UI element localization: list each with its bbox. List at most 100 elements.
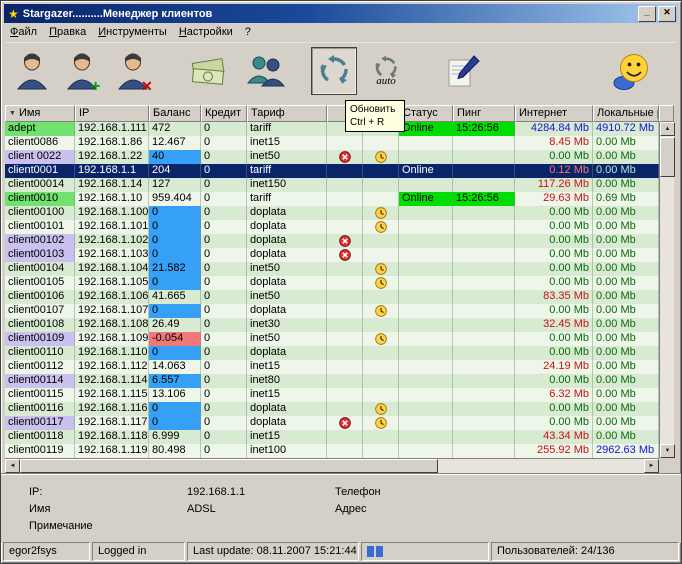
table-row[interactable]: client00119192.168.1.11980.4980inet10025… [5, 444, 659, 458]
users-group-button[interactable] [243, 47, 289, 95]
menu-item-настройки[interactable]: Настройки [175, 24, 241, 40]
payment-button[interactable] [185, 47, 231, 95]
table-row[interactable]: client00103192.168.1.10300doplata0.00 Mb… [5, 248, 659, 262]
column-header-Локальные р[interactable]: Локальные р [593, 105, 659, 122]
refresh-button[interactable] [311, 47, 357, 95]
table-row[interactable]: client00109192.168.1.109-0.0540inet500.0… [5, 332, 659, 346]
menu-item-?[interactable]: ? [241, 24, 259, 40]
menu-item-правка[interactable]: Правка [45, 24, 94, 40]
vertical-scrollbar[interactable]: ▲ ▼ [659, 122, 674, 458]
cell-status: Online [399, 192, 453, 206]
menu-item-файл[interactable]: Файл [6, 24, 45, 40]
table-row[interactable]: client00117192.168.1.11700doplata0.00 Mb… [5, 416, 659, 430]
table-row[interactable]: client0001192.168.1.12040tariffOnline0.1… [5, 164, 659, 178]
table-row[interactable]: client00118192.168.1.1186.9990inet1543.3… [5, 430, 659, 444]
table-row[interactable]: client0010192.168.1.10959.4040tariffOnli… [5, 192, 659, 206]
table-row[interactable]: client00102192.168.1.10200doplata0.00 Mb… [5, 234, 659, 248]
column-header-IP[interactable]: IP [75, 105, 149, 122]
add-client-button[interactable]: + [60, 47, 106, 95]
scroll-down-button[interactable]: ▼ [660, 444, 675, 458]
column-header-Статус[interactable]: Статус [399, 105, 453, 122]
horizontal-scrollbar[interactable]: ◄ ► [5, 458, 659, 473]
cell-ping [453, 136, 515, 150]
delete-client-button[interactable]: ✕ [111, 47, 157, 95]
cell-balance: 40 [149, 150, 201, 164]
cell-frozen-flag [363, 374, 399, 388]
status-progress-panel [361, 542, 489, 561]
column-header-Кредит[interactable]: Кредит [201, 105, 247, 122]
cell-local: 0.00 Mb [593, 304, 659, 318]
titlebar[interactable]: ★ Stargazer..........Менеджер клиентов _… [4, 4, 678, 23]
menu-bar: ФайлПравкаИнструментыНастройки? [6, 24, 676, 41]
cell-name: client00110 [5, 346, 75, 360]
status-user: egor2fsys [3, 542, 90, 561]
column-header-Баланс[interactable]: Баланс [149, 105, 201, 122]
scroll-right-button[interactable]: ► [644, 459, 659, 473]
table-row[interactable]: client00014192.168.1.141270inet150117.26… [5, 178, 659, 192]
cell-ip: 192.168.1.118 [75, 430, 149, 444]
cell-balance: 0 [149, 248, 201, 262]
table-row[interactable]: client00115192.168.1.11513.1060inet156.3… [5, 388, 659, 402]
cell-ping [453, 444, 515, 458]
table-row[interactable]: client00100192.168.1.10000doplata0.00 Mb… [5, 206, 659, 220]
table-row[interactable]: client00116192.168.1.11600doplata0.00 Mb… [5, 402, 659, 416]
edit-button[interactable] [439, 47, 485, 95]
cell-internet: 0.00 Mb [515, 234, 593, 248]
cell-internet: 6.32 Mb [515, 388, 593, 402]
vertical-scroll-thumb[interactable] [660, 137, 675, 177]
cell-name: client0001 [5, 164, 75, 178]
cell-tariff: inet15 [247, 136, 327, 150]
status-last-update: Last update: 08.11.2007 15:21:44 [187, 542, 359, 561]
column-header-Тариф[interactable]: Тариф [247, 105, 327, 122]
table-row[interactable]: client00114192.168.1.1146.5570inet800.00… [5, 374, 659, 388]
column-header-Имя[interactable]: ▼Имя [5, 105, 75, 122]
cell-ip: 192.168.1.106 [75, 290, 149, 304]
client-card-button[interactable] [9, 47, 55, 95]
auto-refresh-button[interactable]: auto [363, 47, 409, 95]
horizontal-scroll-thumb[interactable] [20, 459, 438, 473]
table-row[interactable]: adept192.168.1.1114720tariffOnline15:26:… [5, 122, 659, 136]
messages-button[interactable] [609, 47, 655, 95]
window-title: Stargazer..........Менеджер клиентов [23, 8, 636, 20]
cell-ping [453, 290, 515, 304]
cell-ping [453, 388, 515, 402]
table-row[interactable]: client00108192.168.1.10826.490inet3032.4… [5, 318, 659, 332]
scrollbar-corner [659, 458, 674, 473]
scroll-up-button[interactable]: ▲ [660, 122, 675, 136]
cell-tariff: inet15 [247, 360, 327, 374]
cell-internet: 0.00 Mb [515, 150, 593, 164]
cell-ping [453, 304, 515, 318]
cell-internet: 0.00 Mb [515, 220, 593, 234]
cell-tariff: inet15 [247, 430, 327, 444]
cell-frozen-flag [363, 234, 399, 248]
cell-frozen-flag [363, 178, 399, 192]
cell-name: client00109 [5, 332, 75, 346]
table-row[interactable]: client00101192.168.1.10100doplata0.00 Mb… [5, 220, 659, 234]
column-header-Пинг[interactable]: Пинг [453, 105, 515, 122]
cell-credit: 0 [201, 276, 247, 290]
cell-balance: 12.467 [149, 136, 201, 150]
status-logged-in: Logged in [92, 542, 185, 561]
cell-ping [453, 318, 515, 332]
table-row[interactable]: client00104192.168.1.10421.5820inet500.0… [5, 262, 659, 276]
cell-ip: 192.168.1.105 [75, 276, 149, 290]
refresh-tooltip: Обновить Ctrl + R [345, 100, 405, 132]
close-button[interactable]: ✕ [658, 6, 676, 22]
cell-no-internet-flag [327, 178, 363, 192]
table-row[interactable]: client00105192.168.1.10500doplata0.00 Mb… [5, 276, 659, 290]
cell-tariff: inet100 [247, 444, 327, 458]
scroll-left-button[interactable]: ◄ [5, 459, 20, 473]
minimize-button[interactable]: _ [638, 6, 656, 22]
table-row[interactable]: client00107192.168.1.10700doplata0.00 Mb… [5, 304, 659, 318]
table-row[interactable]: client00110192.168.1.11000doplata0.00 Mb… [5, 346, 659, 360]
table-row[interactable]: client00106192.168.1.10641.6650inet5083.… [5, 290, 659, 304]
table-row[interactable]: client00112192.168.1.11214.0630inet1524.… [5, 360, 659, 374]
cell-no-internet-flag [327, 136, 363, 150]
menu-item-инструменты[interactable]: Инструменты [94, 24, 175, 40]
table-row[interactable]: client 0022192.168.1.22400inet500.00 Mb0… [5, 150, 659, 164]
cell-local: 0.00 Mb [593, 360, 659, 374]
user-delete-icon: ✕ [116, 51, 152, 91]
cell-ping [453, 248, 515, 262]
column-header-Интернет[interactable]: Интернет [515, 105, 593, 122]
table-row[interactable]: client0086192.168.1.8612.4670inet158.45 … [5, 136, 659, 150]
